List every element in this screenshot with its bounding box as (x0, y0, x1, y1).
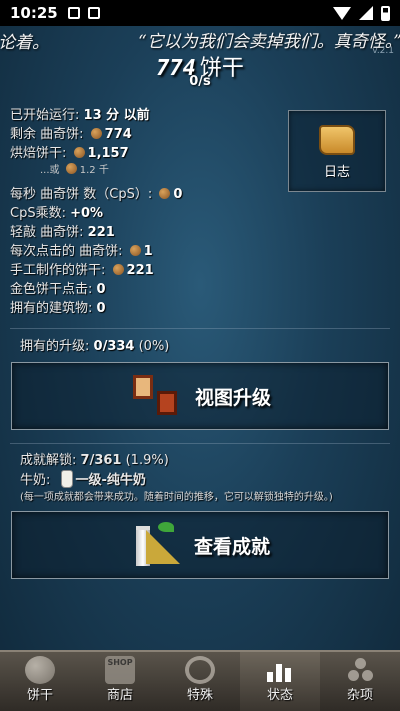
nav-tab-shop-label: 商店 (106, 688, 133, 703)
stat-remaining-value: 774 (104, 127, 132, 142)
cookie-icon (25, 656, 55, 684)
achievements-note: (每一项成就都会带来成功。随着时间的推移，它可以解锁独特的升级。) (20, 492, 333, 503)
cookie-icon (65, 163, 77, 174)
divider (10, 443, 390, 444)
nav-tab-special-label: 特殊 (186, 688, 213, 703)
shop-icon: SHOP (105, 656, 135, 684)
upgrades-label: 拥有的升级: (20, 339, 90, 354)
stat-handmade-label: 手工制作的饼干: (10, 263, 106, 278)
cookie-icon (129, 245, 141, 256)
stat-per-click-label: 每次点击的 曲奇饼: (10, 244, 123, 259)
nav-tab-cookie-label: 饼干 (26, 688, 53, 703)
achievements-label: 成就解锁: (20, 453, 77, 468)
milk-label: 牛奶: (20, 473, 51, 488)
stat-tap-label: 轻敲 曲奇饼: (10, 225, 84, 240)
cookie-icon (90, 128, 102, 139)
stat-cps-mult-value: +0% (70, 206, 104, 221)
view-upgrades-label: 视图升级 (194, 386, 271, 409)
wifi-icon (333, 6, 351, 20)
milk-bottle-icon (60, 470, 73, 488)
achievements-percent: (1.9%) (125, 453, 169, 468)
stat-tap-value: 221 (87, 225, 115, 240)
stat-golden-label: 金色饼干点击: (10, 282, 93, 297)
clock: 10:25 (10, 4, 58, 22)
battery-icon (381, 5, 390, 21)
cookie-icon (73, 147, 85, 158)
view-achievements-button[interactable]: 查看成就 (11, 511, 389, 579)
stat-golden-value: 0 (96, 282, 106, 297)
nav-tab-misc-label: 杂项 (346, 688, 373, 703)
stat-baked-alt: ...或 1.2 千 (10, 163, 390, 179)
image-notification-icon (67, 7, 80, 19)
achievements-icon (130, 520, 182, 570)
stat-baked-alt-prefix: ...或 (40, 165, 60, 176)
stat-started: 已开始运行: 13 分 以前 (10, 106, 390, 125)
divider (10, 328, 390, 329)
stat-handmade-value: 221 (126, 263, 154, 278)
cookie-icon (112, 264, 124, 275)
nav-tab-cookie[interactable]: 饼干 (0, 652, 80, 711)
stats-icon (265, 656, 295, 684)
achievements-section: 成就解锁: 7/361 (1.9%) 牛奶: 一级-纯牛奶 (每一项成就都会带来… (20, 452, 390, 506)
stat-buildings: 拥有的建筑物: 0 (10, 299, 390, 318)
stat-buildings-label: 拥有的建筑物: (10, 301, 93, 316)
stat-baked-value: 1,157 (87, 146, 129, 161)
stat-handmade: 手工制作的饼干: 221 (10, 261, 390, 280)
special-icon (185, 656, 215, 684)
stats-panel: 已开始运行: 13 分 以前 剩余 曲奇饼: 774 烘焙饼干: 1,157 .… (10, 106, 390, 318)
stat-started-value: 13 分 以前 (83, 108, 150, 123)
stat-per-click: 每次点击的 曲奇饼: 1 (10, 242, 390, 261)
news-ticker[interactable]: 论着。 “它以为我们会卖掉我们。真奇怪。” (0, 26, 400, 52)
achievements-unlocked: 成就解锁: 7/361 (1.9%) (20, 452, 390, 470)
achievements-value: 7/361 (80, 453, 122, 468)
status-bar: 10:25 (0, 0, 400, 26)
ticker-left-text: 论着。 (0, 33, 49, 52)
ticker-quote: “它以为我们会卖掉我们。真奇怪。” (138, 32, 400, 52)
upgrades-percent: (0%) (138, 339, 170, 354)
nav-tab-stats[interactable]: 状态 (240, 652, 320, 711)
stat-remaining: 剩余 曲奇饼: 774 (10, 125, 390, 144)
upgrades-icon (129, 373, 183, 419)
stat-tap-cookies: 轻敲 曲奇饼: 221 (10, 223, 390, 242)
upgrades-value: 0/334 (93, 339, 135, 354)
upgrades-owned: 拥有的升级: 0/334 (0%) (20, 337, 169, 356)
nav-tab-shop[interactable]: SHOP 商店 (80, 652, 160, 711)
stat-cps-value: 0 (173, 187, 183, 202)
view-upgrades-button[interactable]: 视图升级 (11, 362, 389, 430)
bottom-nav: 饼干 SHOP 商店 特殊 状态 杂项 (0, 650, 400, 711)
nav-tab-stats-label: 状态 (266, 688, 293, 703)
stat-cps-mult-label: CpS乘数: (10, 206, 66, 221)
shop-icon-text: SHOP (107, 658, 133, 667)
cookies-per-second: 0/s (189, 74, 211, 89)
stat-cps-multiplier: CpS乘数: +0% (10, 204, 390, 223)
stat-remaining-label: 剩余 曲奇饼: (10, 127, 84, 142)
signal-icon (359, 6, 373, 20)
stat-cps: 每秒 曲奇饼 数（CpS）: 0 (10, 185, 390, 204)
misc-icon (345, 656, 375, 684)
cookie-icon (159, 188, 171, 199)
nav-tab-special[interactable]: 特殊 (160, 652, 240, 711)
nav-tab-misc[interactable]: 杂项 (320, 652, 400, 711)
app-notification-icon (87, 7, 100, 19)
milk-value: 一级-纯牛奶 (75, 473, 146, 488)
stat-baked-label: 烘焙饼干: (10, 146, 67, 161)
stat-golden-clicks: 金色饼干点击: 0 (10, 280, 390, 299)
view-achievements-label: 查看成就 (193, 535, 270, 558)
stat-baked: 烘焙饼干: 1,157 (10, 144, 390, 163)
stat-cps-label: 每秒 曲奇饼 数（CpS）: (10, 187, 153, 202)
stat-baked-alt-value: 1.2 千 (79, 165, 109, 176)
stat-buildings-value: 0 (96, 301, 106, 316)
milk-row: 牛奶: 一级-纯牛奶 (20, 470, 390, 490)
stat-per-click-value: 1 (143, 244, 153, 259)
stat-started-label: 已开始运行: (10, 108, 80, 123)
